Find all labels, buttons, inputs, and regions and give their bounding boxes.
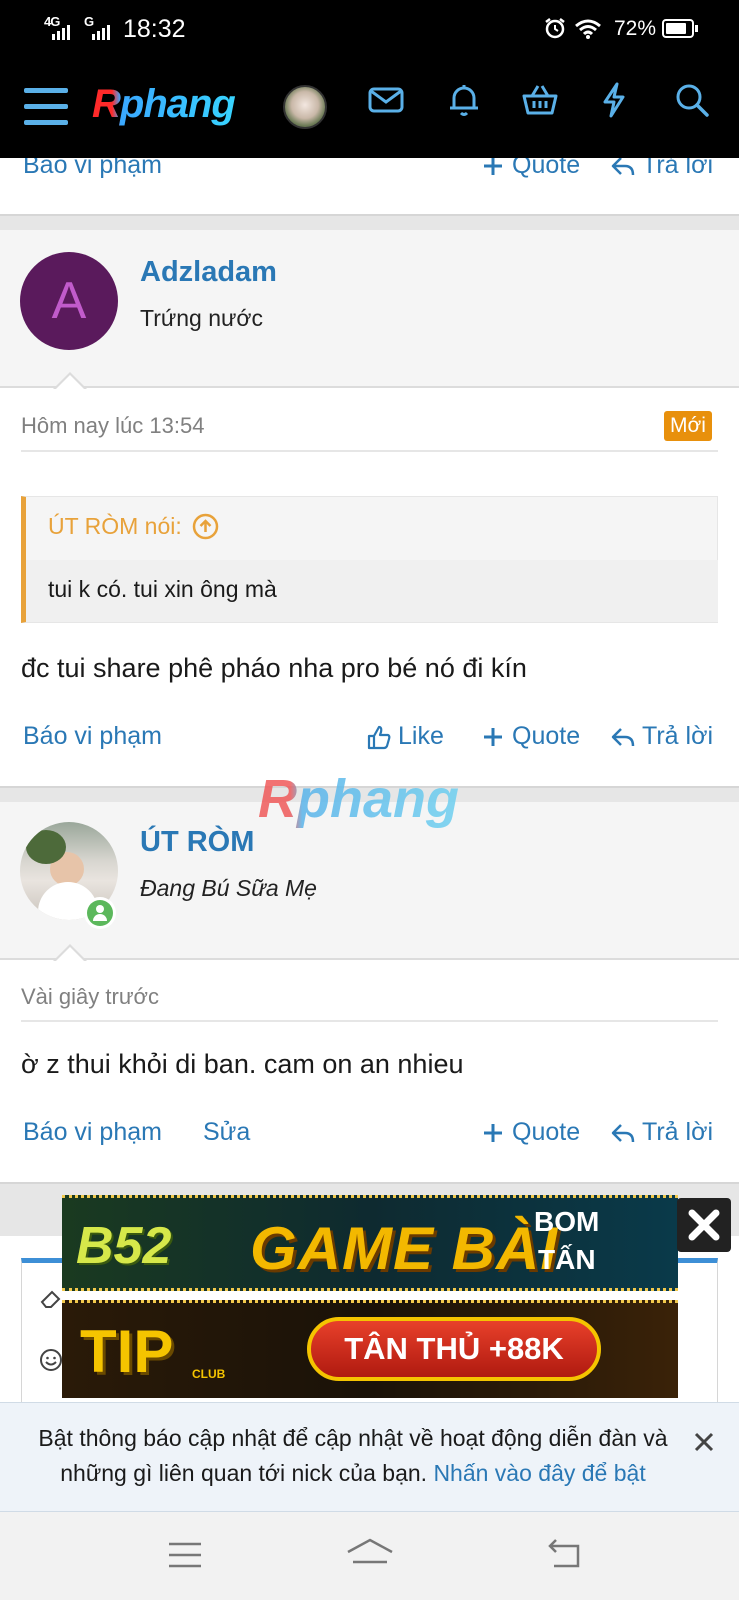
- alarm-icon: [545, 18, 565, 39]
- edit-link[interactable]: Sửa: [203, 1118, 250, 1147]
- system-nav-bar: [0, 1512, 739, 1600]
- back-icon[interactable]: [544, 1538, 584, 1572]
- ad-subtitle-2: TẤN: [538, 1244, 596, 1275]
- push-notification-banner: Bật thông báo cập nhật để cập nhật về ho…: [0, 1402, 739, 1512]
- divider: [21, 1020, 718, 1022]
- arrow-up-circle-icon: [192, 513, 219, 540]
- quote-content: tui k có. tui xin ông mà: [26, 560, 718, 622]
- ad-subtitle-1: BOM: [534, 1206, 600, 1237]
- report-link[interactable]: Báo vi phạm: [23, 722, 162, 751]
- post-separator: [0, 214, 739, 230]
- username[interactable]: Adzladam: [140, 256, 277, 289]
- post-message: đc tui share phê pháo nha pro bé nó đi k…: [21, 653, 527, 683]
- ad-title: GAME BÀI: [250, 1215, 558, 1282]
- divider: [21, 450, 718, 452]
- ad-close-button[interactable]: [677, 1198, 731, 1252]
- close-icon: [688, 1209, 720, 1241]
- reply-link[interactable]: Trả lời: [610, 158, 713, 180]
- reply-link[interactable]: Trả lời: [610, 722, 713, 751]
- quote-link[interactable]: Quote: [480, 158, 580, 180]
- eraser-icon[interactable]: [38, 1285, 64, 1311]
- user-title: Đang Bú Sữa Mẹ: [140, 875, 317, 901]
- ad-banner-tip[interactable]: TIP CLUB TÂN THỦ +88K: [62, 1300, 678, 1398]
- quote-author[interactable]: ÚT RÒM nói:: [48, 513, 219, 540]
- quote-link[interactable]: Quote: [480, 1118, 580, 1147]
- quote-text: tui k có. tui xin ông mà: [48, 576, 277, 602]
- post-time[interactable]: Vài giây trước: [21, 984, 159, 1010]
- reply-icon: [611, 1123, 635, 1142]
- menu-icon[interactable]: [24, 88, 68, 126]
- plus-icon: [484, 158, 502, 175]
- plus-icon: [484, 1123, 502, 1142]
- user-avatar[interactable]: [283, 85, 327, 129]
- battery-icon: [662, 19, 698, 38]
- quote-block: ÚT RÒM nói: tui k có. tui xin ông mà: [21, 496, 718, 623]
- previous-post-footer: Báo vi phạm Quote Trả lời: [0, 158, 739, 214]
- new-badge: Mới: [664, 411, 712, 441]
- search-icon[interactable]: [672, 80, 712, 120]
- basket-icon[interactable]: [520, 80, 560, 120]
- watermark-logo: Rphang: [258, 769, 459, 829]
- avatar[interactable]: A: [20, 252, 118, 350]
- like-link[interactable]: Like: [366, 722, 444, 751]
- username[interactable]: ÚT RÒM: [140, 826, 254, 859]
- recent-apps-icon[interactable]: [166, 1540, 204, 1570]
- post-message: ờ z thui khỏi di ban. cam on an nhieu: [21, 1049, 464, 1079]
- lightning-icon[interactable]: [594, 80, 634, 120]
- quote-link[interactable]: Quote: [480, 722, 580, 751]
- reply-icon: [611, 158, 635, 175]
- ad-brand: B52: [76, 1217, 172, 1275]
- wifi-icon: [575, 19, 601, 39]
- plus-icon: [484, 727, 502, 746]
- ad-brand-sub: CLUB: [192, 1367, 226, 1381]
- emoji-icon[interactable]: [38, 1347, 64, 1373]
- bell-icon[interactable]: [444, 80, 484, 120]
- signal-icon-2: [92, 25, 110, 40]
- user-title: Trứng nước: [140, 305, 263, 331]
- ad-banner-b52[interactable]: B52 GAME BÀI BOM TẤN: [62, 1195, 678, 1291]
- mail-icon[interactable]: [366, 80, 406, 120]
- report-link[interactable]: Báo vi phạm: [23, 158, 162, 180]
- header-caret: [53, 372, 87, 390]
- header-caret: [53, 944, 87, 962]
- status-bar: 4G G 18:32 72%: [0, 0, 739, 58]
- thumbs-up-icon: [367, 725, 391, 749]
- reply-icon: [611, 727, 635, 746]
- close-icon[interactable]: [692, 1430, 716, 1454]
- clock: 18:32: [123, 15, 186, 43]
- ad-brand: TIP: [80, 1318, 174, 1385]
- enable-notifications-link[interactable]: Nhấn vào đây để bật: [433, 1460, 645, 1486]
- battery-percent: 72%: [614, 17, 657, 40]
- ad-offer-button[interactable]: TÂN THỦ +88K: [307, 1317, 601, 1381]
- notification-message: Bật thông báo cập nhật để cập nhật về ho…: [28, 1421, 678, 1491]
- site-logo[interactable]: Rphang: [92, 82, 236, 127]
- signal-icon: [52, 25, 70, 40]
- online-status-icon: [84, 897, 116, 929]
- report-link[interactable]: Báo vi phạm: [23, 1118, 162, 1147]
- reply-link[interactable]: Trả lời: [610, 1118, 713, 1147]
- post-time[interactable]: Hôm nay lúc 13:54: [21, 413, 204, 439]
- home-icon[interactable]: [344, 1536, 396, 1572]
